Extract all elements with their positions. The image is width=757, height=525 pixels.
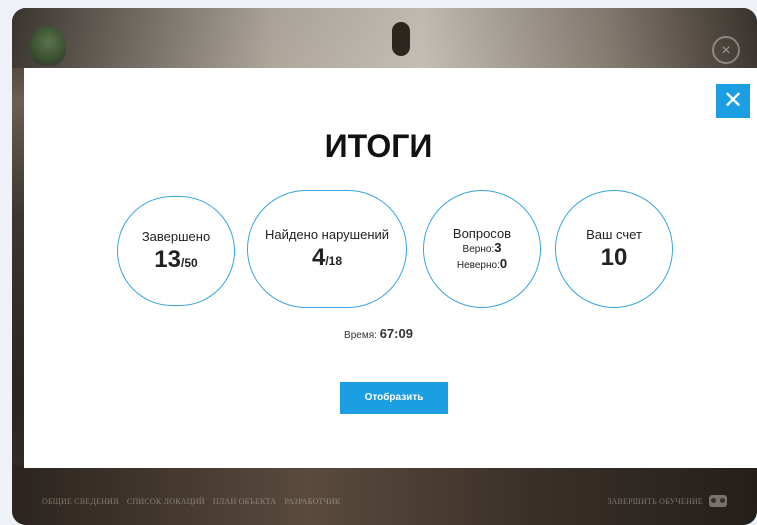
stat-completed-value: 13/50 [154, 245, 198, 273]
stat-score: Ваш счет 10 [555, 190, 673, 308]
elapsed-time: Время: 67:09 [0, 326, 757, 341]
emblem-logo [30, 26, 66, 66]
time-value: 67:09 [379, 326, 413, 341]
stat-violations-label: Найдено нарушений [264, 226, 390, 242]
stat-questions-correct: Верно:3 [462, 239, 502, 255]
bottom-menu: ОБЩИЕ СВЕДЕНИЯ СПИСОК ЛОКАЦИЙ ПЛАН ОБЪЕК… [42, 497, 346, 506]
panorama-ceiling [12, 8, 757, 68]
ceiling-lamp [392, 22, 410, 56]
stat-violations: Найдено нарушений 4/18 [247, 190, 407, 308]
menu-item-general-info[interactable]: ОБЩИЕ СВЕДЕНИЯ [42, 497, 119, 506]
modal-close-button[interactable]: ✕ [716, 84, 750, 118]
viewer-close-button[interactable]: × [712, 36, 740, 64]
stat-questions-label: Вопросов [452, 225, 512, 241]
stat-completed-label: Завершено [141, 228, 211, 244]
stat-questions: Вопросов Верно:3 Неверно:0 [423, 190, 541, 308]
time-label: Время: [344, 330, 377, 341]
menu-item-developer[interactable]: РАЗРАБОТЧИК [284, 497, 340, 506]
finish-training-link[interactable]: ЗАВЕРШИТЬ ОБУЧЕНИЕ [607, 497, 703, 506]
stat-violations-value: 4/18 [311, 243, 343, 271]
results-title: ИТОГИ [324, 128, 433, 164]
show-button[interactable]: Отобразить [340, 382, 448, 414]
menu-item-object-plan[interactable]: ПЛАН ОБЪЕКТА [213, 497, 276, 506]
stat-score-value: 10 [600, 243, 628, 271]
stat-score-label: Ваш счет [586, 226, 642, 242]
bottom-nav-bar: ОБЩИЕ СВЕДЕНИЯ СПИСОК ЛОКАЦИЙ ПЛАН ОБЪЕК… [12, 486, 757, 516]
stat-questions-wrong: Неверно:0 [456, 255, 508, 271]
vr-headset-icon[interactable] [709, 495, 727, 507]
stat-completed: Завершено 13/50 [117, 196, 235, 306]
bottom-right-controls: ЗАВЕРШИТЬ ОБУЧЕНИЕ [607, 495, 727, 507]
menu-item-locations[interactable]: СПИСОК ЛОКАЦИЙ [127, 497, 205, 506]
